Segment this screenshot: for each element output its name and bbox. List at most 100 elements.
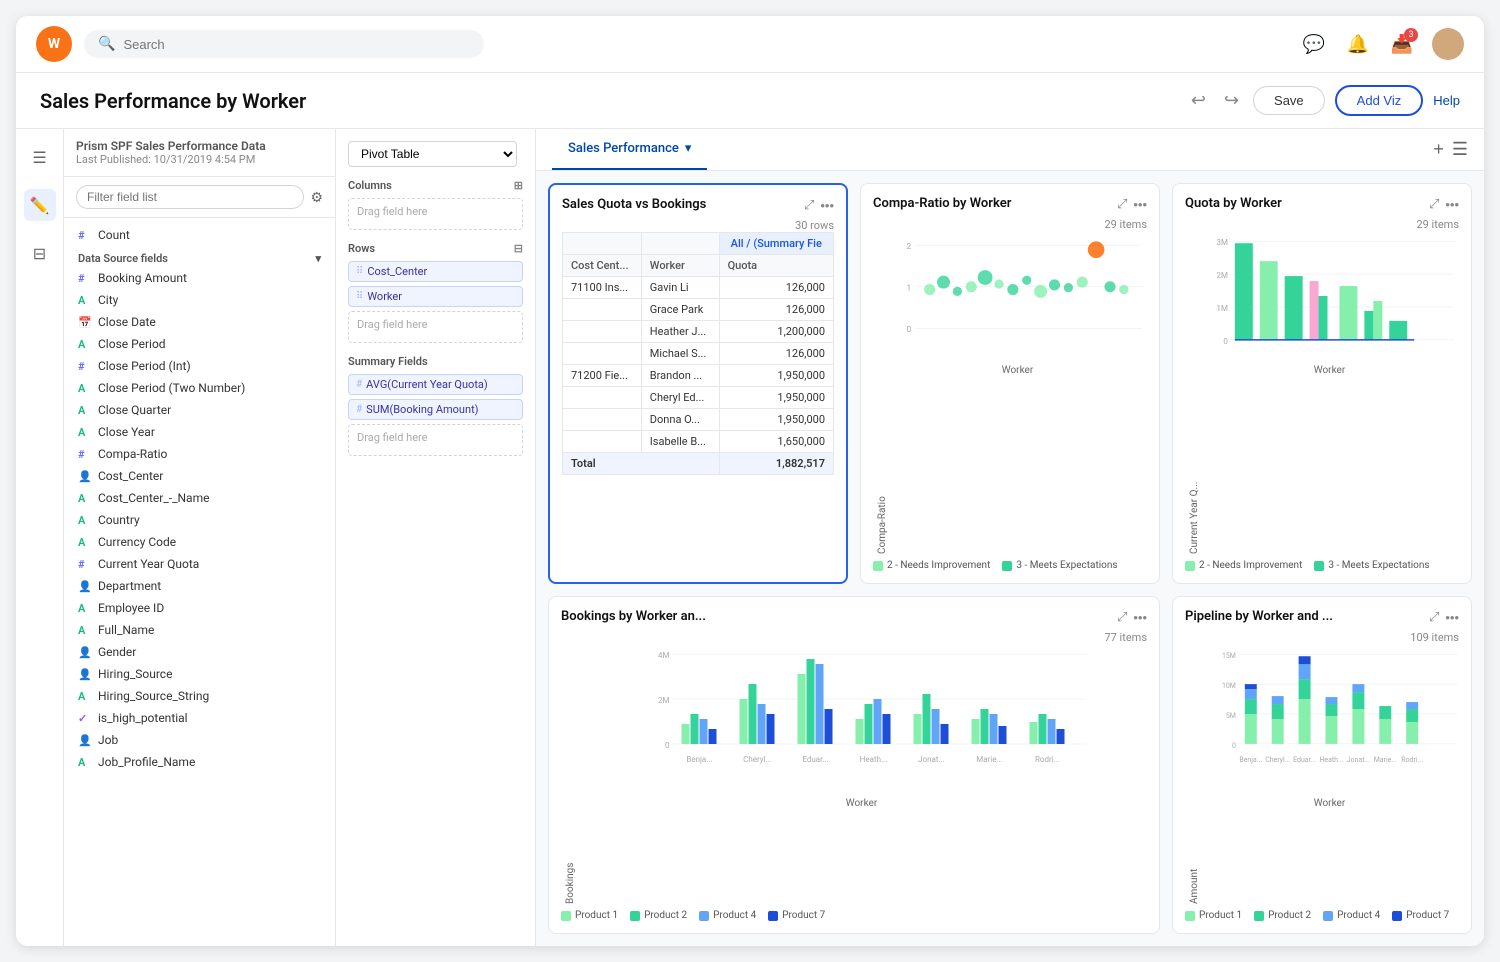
compa-ratio-legend: 2 - Needs Improvement 3 - Meets Expectat… — [873, 560, 1147, 571]
drag-icon: # — [356, 404, 362, 415]
field-item-label: Employee ID — [98, 601, 164, 615]
field-item[interactable]: 👤Cost_Center — [64, 465, 335, 487]
field-item[interactable]: 👤Gender — [64, 641, 335, 663]
field-item[interactable]: 📅Close Date — [64, 311, 335, 333]
tab-sales-performance[interactable]: Sales Performance ▾ — [552, 129, 707, 170]
drag-icon: ⠿ — [356, 266, 363, 277]
quota-more-button[interactable]: ••• — [1445, 197, 1459, 212]
field-type-icon: A — [78, 404, 92, 417]
bookings-expand-button[interactable]: ⤢ — [1117, 609, 1127, 625]
pipeline-more-button[interactable]: ••• — [1445, 610, 1459, 625]
nav-icons: 💬 🔔 📥 3 — [1300, 28, 1464, 60]
compa-ratio-y-label: Compa-Ratio — [873, 231, 888, 554]
field-item[interactable]: #Booking Amount — [64, 267, 335, 289]
search-bar[interactable]: 🔍 — [84, 30, 484, 58]
pivot-type-select[interactable]: Pivot Table — [348, 141, 517, 167]
undo-button[interactable]: ↩ — [1187, 86, 1210, 115]
pipeline-header: Pipeline by Worker and ... ⤢ ••• — [1185, 609, 1459, 625]
field-type-icon: A — [78, 514, 92, 527]
table-row: Grace Park126,000 — [563, 299, 834, 321]
bell-icon[interactable]: 🔔 — [1344, 30, 1372, 58]
row-field-label: Cost_Center — [367, 265, 427, 278]
tab-menu-button[interactable]: ☰ — [1452, 139, 1468, 160]
field-type-icon: A — [78, 756, 92, 769]
field-item[interactable]: AClose Year — [64, 421, 335, 443]
field-type-icon: 👤 — [78, 470, 92, 483]
quota-inner: 3M 2M 1M 0 — [1200, 231, 1459, 554]
svg-text:Eduar...: Eduar... — [802, 755, 828, 764]
help-button[interactable]: Help — [1433, 93, 1460, 108]
pivot-table-container: All / (Summary Fie Cost Cent... Worker Q… — [562, 232, 834, 570]
count-field[interactable]: # Count — [64, 224, 335, 246]
pipeline-expand-button[interactable]: ⤢ — [1429, 609, 1439, 625]
save-button[interactable]: Save — [1253, 86, 1325, 115]
svg-text:Rodri...: Rodri... — [1035, 755, 1060, 764]
field-item[interactable]: AClose Quarter — [64, 399, 335, 421]
pivot-chart-actions: ⤢ ••• — [804, 197, 834, 213]
summary-field-avg[interactable]: # AVG(Current Year Quota) — [348, 374, 523, 395]
quota-expand-button[interactable]: ⤢ — [1429, 196, 1439, 212]
worker-cell: Michael S... — [641, 343, 719, 365]
bookings-more-button[interactable]: ••• — [1133, 610, 1147, 625]
compa-ratio-chart: Compa-Ratio 2 1 0 — [873, 231, 1147, 554]
pipeline-legend-dot-4 — [1392, 911, 1402, 921]
gear-button[interactable]: ⚙ — [310, 189, 323, 206]
row-field-worker[interactable]: ⠿ Worker — [348, 286, 523, 307]
field-item[interactable]: AHiring_Source_String — [64, 685, 335, 707]
field-item[interactable]: 👤Hiring_Source — [64, 663, 335, 685]
field-item[interactable]: AJob_Profile_Name — [64, 751, 335, 773]
field-item[interactable]: #Current Year Quota — [64, 553, 335, 575]
field-item[interactable]: #Close Period (Int) — [64, 355, 335, 377]
add-viz-button[interactable]: Add Viz — [1335, 85, 1424, 116]
field-item[interactable]: #Compa-Ratio — [64, 443, 335, 465]
avatar[interactable] — [1432, 28, 1464, 60]
legend-dot-2 — [1002, 561, 1012, 571]
pivot-more-button[interactable]: ••• — [820, 198, 834, 213]
field-item[interactable]: 👤Job — [64, 729, 335, 751]
bookings-legend-label-2: Product 2 — [644, 910, 687, 921]
field-item[interactable]: ACity — [64, 289, 335, 311]
svg-text:10M: 10M — [1222, 682, 1236, 690]
data-icon[interactable]: ☰ — [24, 141, 56, 173]
field-item-label: Compa-Ratio — [98, 447, 167, 461]
chat-icon[interactable]: 💬 — [1300, 30, 1328, 58]
rows-drop-zone[interactable]: Drag field here — [348, 311, 523, 343]
compa-more-button[interactable]: ••• — [1133, 197, 1147, 212]
filter-icon[interactable]: ⊟ — [24, 237, 56, 269]
field-item-label: Cost_Center_-_Name — [98, 491, 209, 505]
summary-field-sum[interactable]: # SUM(Booking Amount) — [348, 399, 523, 420]
pivot-chart-meta: 30 rows — [562, 219, 834, 232]
data-source-title: Prism SPF Sales Performance Data — [76, 139, 323, 153]
field-item[interactable]: AClose Period — [64, 333, 335, 355]
field-type-icon: A — [78, 492, 92, 505]
field-filter-input[interactable] — [76, 185, 304, 209]
quota-cell: 126,000 — [719, 343, 833, 365]
pivot-total-row: Total 1,882,517 — [563, 453, 834, 475]
search-input[interactable] — [123, 37, 470, 52]
row-field-cost-center[interactable]: ⠿ Cost_Center — [348, 261, 523, 282]
field-item[interactable]: AClose Period (Two Number) — [64, 377, 335, 399]
legend-label-1: 2 - Needs Improvement — [887, 560, 990, 571]
field-item[interactable]: ✓is_high_potential — [64, 707, 335, 729]
pivot-expand-button[interactable]: ⤢ — [804, 197, 814, 213]
summary-drop-zone[interactable]: Drag field here — [348, 424, 523, 456]
compa-expand-button[interactable]: ⤢ — [1117, 196, 1127, 212]
field-item[interactable]: AEmployee ID — [64, 597, 335, 619]
field-item[interactable]: ACountry — [64, 509, 335, 531]
edit-icon[interactable]: ✏️ — [24, 189, 56, 221]
worker-cell: Gavin Li — [641, 277, 719, 299]
field-item[interactable]: 👤Department — [64, 575, 335, 597]
inbox-icon[interactable]: 📥 3 — [1388, 30, 1416, 58]
columns-drop-zone[interactable]: Drag field here — [348, 198, 523, 230]
app-logo: W — [36, 26, 72, 62]
field-item[interactable]: AFull_Name — [64, 619, 335, 641]
cost-center-cell — [563, 299, 642, 321]
field-item[interactable]: ACurrency Code — [64, 531, 335, 553]
worker-cell: Brandon ... — [641, 365, 719, 387]
field-item[interactable]: A Cost_Center_-_Name — [64, 487, 335, 509]
field-item-label: Job — [98, 733, 118, 747]
add-tab-button[interactable]: + — [1433, 139, 1444, 160]
redo-button[interactable]: ↪ — [1220, 86, 1243, 115]
field-item-label: Hiring_Source — [98, 667, 172, 681]
compa-ratio-meta: 29 items — [873, 218, 1147, 231]
